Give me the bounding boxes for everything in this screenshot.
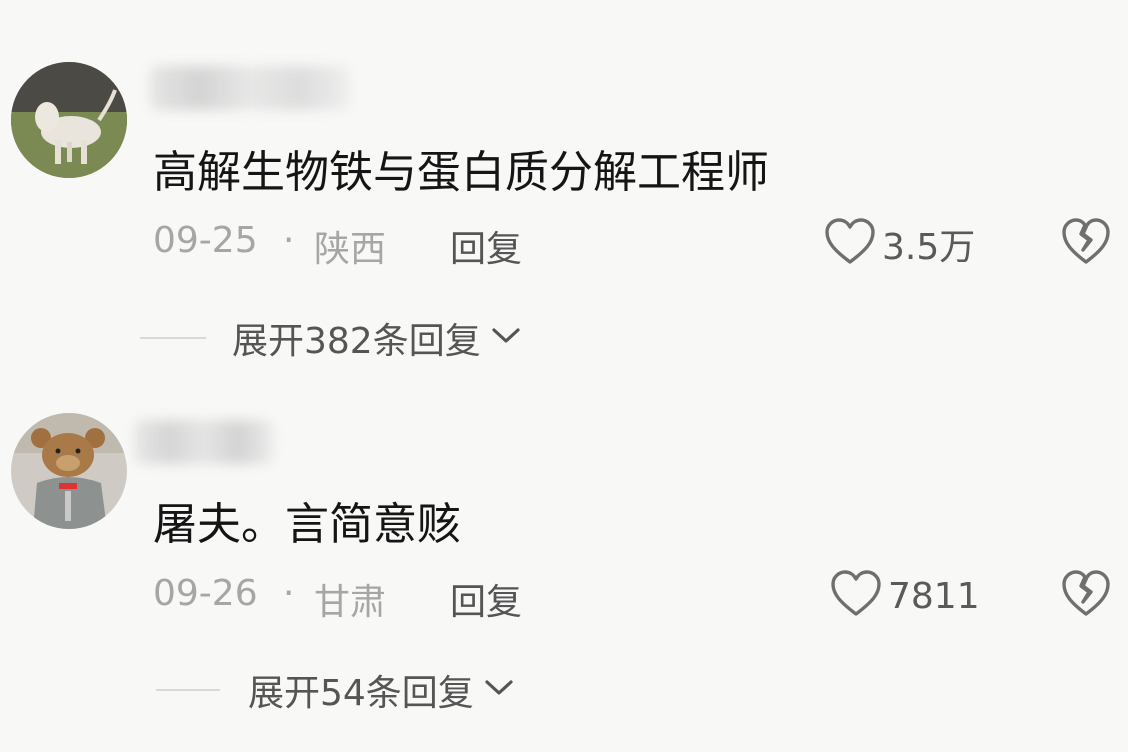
comment-text: 高解生物铁与蛋白质分解工程师	[153, 147, 769, 198]
comment-date: 09-26	[153, 573, 258, 614]
meta-separator: ·	[283, 220, 295, 261]
reply-button[interactable]: 回复	[450, 220, 522, 272]
like-button[interactable]: 3.5万	[824, 218, 975, 270]
expand-replies-label: 展开382条回复	[232, 321, 481, 362]
meta-separator: ·	[283, 573, 295, 614]
dog-avatar-image	[11, 62, 127, 178]
chevron-down-icon	[484, 678, 514, 702]
broken-heart-icon	[1061, 570, 1111, 622]
broken-heart-icon	[1061, 218, 1111, 270]
username-redacted[interactable]	[134, 420, 274, 464]
expand-replies-label: 展开54条回复	[248, 673, 474, 714]
comment-text: 屠夫。言简意赅	[153, 499, 461, 550]
heart-outline-icon	[824, 218, 876, 270]
dislike-button[interactable]	[1061, 570, 1111, 622]
divider-line	[140, 337, 206, 339]
comment-location: 甘肃	[314, 582, 387, 623]
expand-replies[interactable]: 展开382条回复	[140, 312, 521, 364]
dislike-button[interactable]	[1061, 218, 1111, 270]
user-avatar[interactable]	[11, 62, 127, 178]
reply-button[interactable]: 回复	[450, 573, 522, 625]
heart-outline-icon	[830, 570, 882, 622]
like-button[interactable]: 7811	[830, 570, 980, 622]
expand-replies[interactable]: 展开54条回复	[156, 664, 514, 716]
like-count: 3.5万	[882, 227, 976, 268]
chevron-down-icon	[491, 326, 521, 350]
like-count: 7811	[888, 575, 980, 617]
teddy-bear-avatar-image	[11, 413, 127, 529]
comment-date: 09-25	[153, 220, 258, 261]
username-redacted[interactable]	[150, 66, 350, 110]
comment-location: 陕西	[314, 229, 387, 270]
divider-line	[156, 689, 220, 691]
user-avatar[interactable]	[11, 413, 127, 529]
